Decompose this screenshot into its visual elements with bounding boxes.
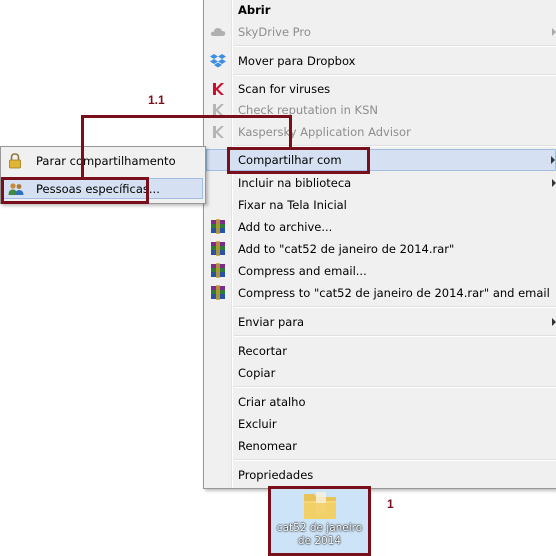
annotation-label-step-1-1: 1.1 — [148, 93, 165, 107]
menu-separator — [234, 306, 556, 308]
skydrive-icon — [210, 24, 226, 40]
winrar-icon — [210, 263, 226, 279]
menu-item-label: Recortar — [238, 344, 287, 358]
menu-item-label: Renomear — [238, 439, 297, 453]
winrar-icon — [210, 219, 226, 235]
menu-item-add-to-rar[interactable]: Add to "cat52 de janeiro de 2014.rar" — [206, 238, 556, 260]
menu-separator — [234, 74, 556, 76]
menu-item-label: Propriedades — [238, 468, 314, 482]
menu-item-scan-for-viruses[interactable]: Scan for viruses — [206, 78, 556, 100]
menu-item-criar-atalho[interactable]: Criar atalho — [206, 391, 556, 413]
menu-item-label: Abrir — [238, 3, 271, 17]
menu-item-label: Copiar — [238, 366, 276, 380]
menu-item-abrir[interactable]: Abrir — [206, 0, 556, 21]
annotation-box-compartilhar — [227, 147, 370, 174]
submenu-arrow-icon — [552, 179, 556, 187]
menu-item-label: Add to "cat52 de janeiro de 2014.rar" — [238, 242, 455, 256]
annotation-label-step-1: 1 — [387, 497, 394, 511]
annotation-connector-left — [81, 115, 84, 179]
annotation-box-step-1 — [268, 486, 371, 556]
menu-item-propriedades[interactable]: Propriedades — [206, 464, 556, 486]
menu-item-fixar-na-tela-inicial[interactable]: Fixar na Tela Inicial — [206, 194, 556, 216]
menu-item-mover-para-dropbox[interactable]: Mover para Dropbox — [206, 50, 556, 72]
annotation-connector-right — [289, 115, 292, 149]
menu-item-skydrive-pro[interactable]: SkyDrive Pro — [206, 21, 556, 43]
menu-item-label: Excluir — [238, 417, 277, 431]
annotation-connector-top — [81, 115, 292, 118]
menu-item-label: Scan for viruses — [238, 82, 331, 96]
winrar-icon — [210, 285, 226, 301]
menu-item-label: Enviar para — [238, 315, 305, 329]
submenu-arrow-icon — [552, 28, 556, 36]
kaspersky-icon — [210, 124, 226, 140]
lock-icon — [7, 153, 23, 169]
menu-item-renomear[interactable]: Renomear — [206, 435, 556, 457]
menu-item-enviar-para[interactable]: Enviar para — [206, 311, 556, 333]
menu-item-label: Compress to "cat52 de janeiro de 2014.ra… — [238, 286, 550, 300]
menu-item-recortar[interactable]: Recortar — [206, 340, 556, 362]
kaspersky-icon — [210, 81, 226, 97]
menu-separator — [234, 335, 556, 337]
menu-separator — [234, 45, 556, 47]
submenu-item-parar-compartilhamento[interactable]: Parar compartilhamento — [3, 150, 203, 172]
menu-item-compress-to-rar-and-email[interactable]: Compress to "cat52 de janeiro de 2014.ra… — [206, 282, 556, 304]
menu-item-excluir[interactable]: Excluir — [206, 413, 556, 435]
winrar-icon — [210, 241, 226, 257]
menu-separator — [234, 459, 556, 461]
menu-item-kaspersky-advisor[interactable]: Kaspersky Application Advisor — [206, 121, 556, 143]
menu-separator — [234, 145, 556, 147]
menu-item-label: Incluir na biblioteca — [238, 176, 352, 190]
menu-item-label: Add to archive... — [238, 220, 333, 234]
submenu-arrow-icon — [551, 156, 555, 164]
menu-item-label: Fixar na Tela Inicial — [238, 198, 347, 212]
annotation-box-pessoas — [1, 177, 149, 204]
dropbox-icon — [210, 53, 226, 69]
menu-item-label: SkyDrive Pro — [238, 25, 311, 39]
menu-item-compress-and-email[interactable]: Compress and email... — [206, 260, 556, 282]
menu-separator — [234, 386, 556, 388]
menu-item-label: Mover para Dropbox — [238, 54, 356, 68]
menu-item-add-to-archive[interactable]: Add to archive... — [206, 216, 556, 238]
menu-item-incluir-na-biblioteca[interactable]: Incluir na biblioteca — [206, 172, 556, 194]
menu-item-copiar[interactable]: Copiar — [206, 362, 556, 384]
submenu-arrow-icon — [552, 318, 556, 326]
menu-item-label: Kaspersky Application Advisor — [238, 125, 411, 139]
menu-item-label: Parar compartilhamento — [36, 154, 176, 168]
context-menu: Abrir SkyDrive Pro Mover para Dropbox Sc… — [203, 0, 556, 489]
menu-item-label: Compress and email... — [238, 264, 367, 278]
menu-item-label: Criar atalho — [238, 395, 306, 409]
